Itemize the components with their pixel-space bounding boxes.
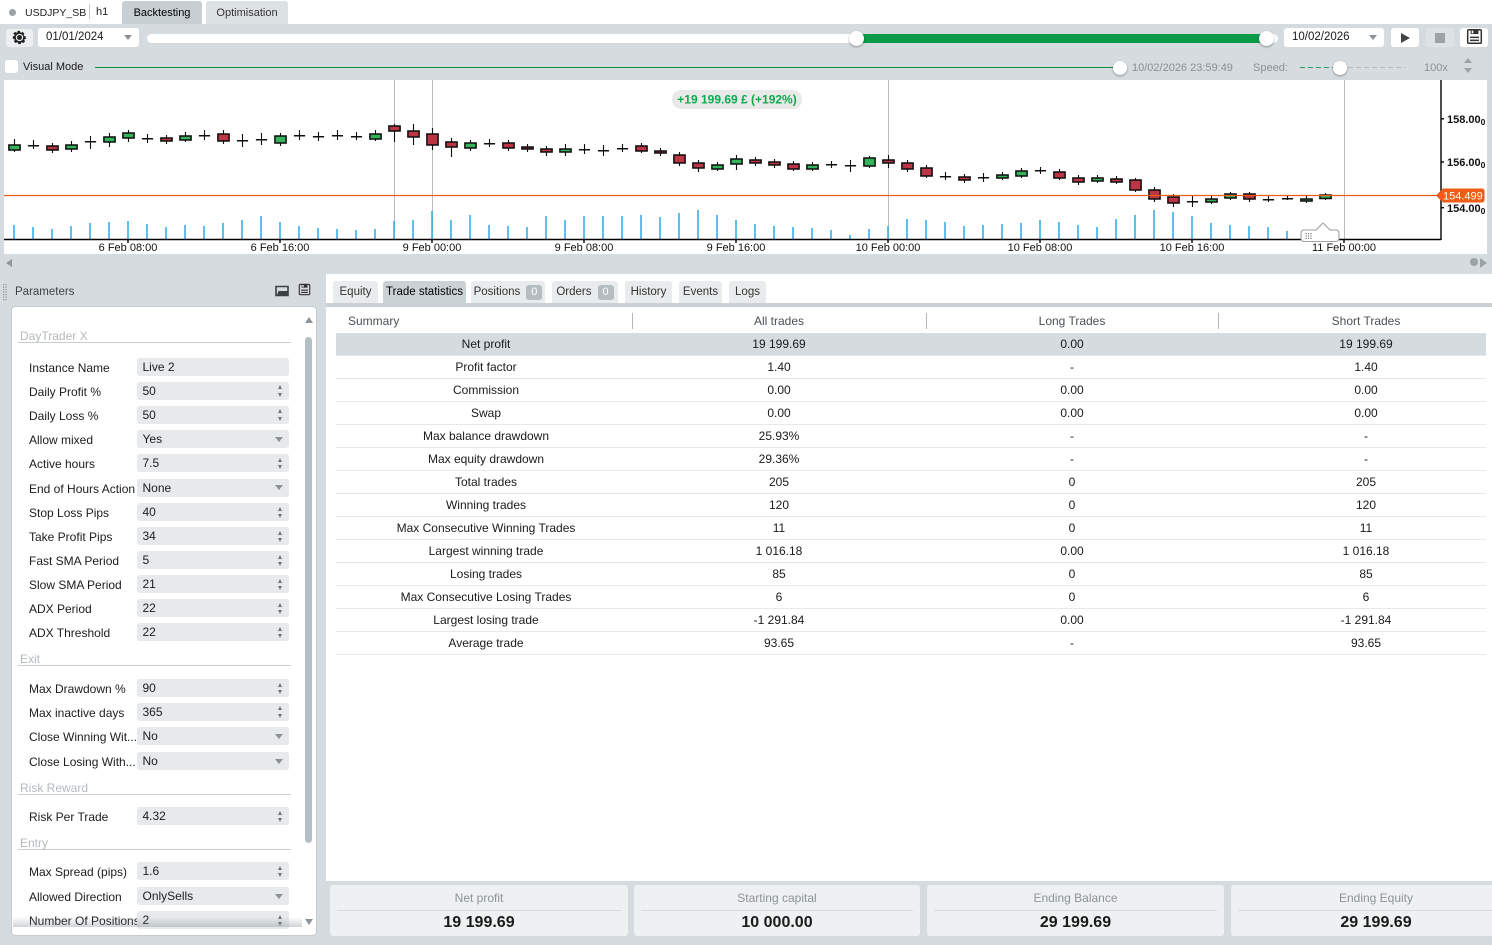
svg-text:156.000: 156.000 bbox=[1447, 157, 1486, 170]
svg-text:9 Feb 08:00: 9 Feb 08:00 bbox=[555, 242, 614, 254]
svg-text:154.000: 154.000 bbox=[1447, 203, 1486, 216]
svg-text:10 Feb 08:00: 10 Feb 08:00 bbox=[1008, 242, 1073, 254]
svg-text:6 Feb 16:00: 6 Feb 16:00 bbox=[251, 242, 310, 254]
svg-text:154.499: 154.499 bbox=[1443, 191, 1483, 203]
svg-text:10 Feb 00:00: 10 Feb 00:00 bbox=[856, 242, 921, 254]
svg-text:158.000: 158.000 bbox=[1447, 114, 1486, 127]
svg-text:10 Feb 16:00: 10 Feb 16:00 bbox=[1160, 242, 1225, 254]
svg-text:11 Feb 00:00: 11 Feb 00:00 bbox=[1312, 242, 1376, 254]
svg-text:+19 199.69 £ (+192%): +19 199.69 £ (+192%) bbox=[677, 93, 796, 107]
svg-text:9 Feb 00:00: 9 Feb 00:00 bbox=[403, 242, 462, 254]
svg-text:9 Feb 16:00: 9 Feb 16:00 bbox=[707, 242, 766, 254]
svg-text:6 Feb 08:00: 6 Feb 08:00 bbox=[99, 242, 158, 254]
